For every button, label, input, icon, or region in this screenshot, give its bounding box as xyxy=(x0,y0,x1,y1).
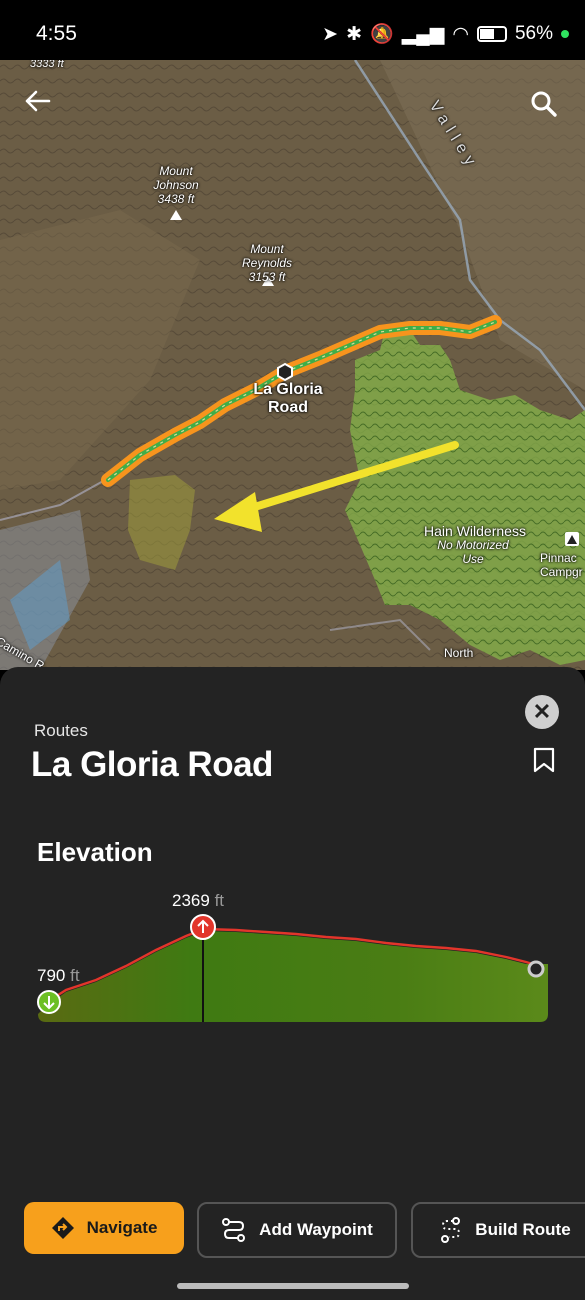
action-bar: Navigate Add Waypoint Build Route xyxy=(0,1202,585,1258)
north-label: North xyxy=(444,646,474,660)
search-icon xyxy=(531,91,557,117)
map-view[interactable]: 3333 ft Mount Johnson 3438 ft Mount Reyn… xyxy=(0,60,585,670)
route-map-label[interactable]: La Gloria Road xyxy=(238,381,338,418)
wifi-icon: ◠ xyxy=(452,23,469,45)
map-canvas xyxy=(0,60,585,670)
navigate-label: Navigate xyxy=(86,1218,158,1237)
battery-level: 56% xyxy=(514,23,553,44)
bookmark-icon[interactable] xyxy=(533,747,555,773)
mount-reynolds-label: Mount Reynolds 3153 ft xyxy=(236,242,298,284)
back-button[interactable] xyxy=(25,90,61,126)
mute-icon: 🔕 xyxy=(370,24,394,45)
waypoint-route-icon xyxy=(222,1218,246,1242)
wilderness-note: No Motorized Use xyxy=(437,538,509,566)
elevation-area xyxy=(38,931,548,1022)
max-elevation-unit: ft xyxy=(214,891,225,910)
add-waypoint-label: Add Waypoint xyxy=(259,1220,373,1239)
max-elevation-value: 2369 xyxy=(172,891,210,910)
category-label: Routes xyxy=(34,721,88,740)
build-route-icon xyxy=(441,1217,461,1243)
signal-icon: ▂▄▆ xyxy=(401,23,445,45)
elevation-heading: Elevation xyxy=(37,837,153,867)
navigate-icon xyxy=(51,1217,74,1239)
build-route-label: Build Route xyxy=(475,1220,571,1239)
mount-johnson-elevation: 3438 ft xyxy=(157,191,195,206)
route-marker-icon xyxy=(277,362,293,382)
close-icon: ✕ xyxy=(532,699,552,724)
wilderness-label: Hain Wilderness No Motorized Use xyxy=(408,523,542,567)
route-details-sheet: ✕ Routes La Gloria Road Elevation 2369 f… xyxy=(0,667,585,1300)
active-indicator xyxy=(561,30,569,38)
location-icon: ➤ xyxy=(322,23,339,45)
max-elevation-label: 2369 ft xyxy=(172,891,224,911)
peak-elevation-label: 3333 ft xyxy=(30,60,64,70)
clock: 4:55 xyxy=(36,22,77,45)
status-bar: 4:55 ➤ ✱ 🔕 ▂▄▆ ◠ 56% xyxy=(0,0,585,60)
add-waypoint-button[interactable]: Add Waypoint xyxy=(197,1202,397,1258)
elevation-profile-chart[interactable] xyxy=(36,912,550,1027)
pinnacles-label: Pinnac Campgr xyxy=(540,551,583,579)
close-button[interactable]: ✕ xyxy=(525,695,559,729)
mount-reynolds-name: Mount Reynolds xyxy=(241,242,293,270)
status-icons: ➤ ✱ 🔕 ▂▄▆ ◠ 56% xyxy=(322,22,569,46)
mount-johnson-label: Mount Johnson 3438 ft xyxy=(146,164,206,206)
mount-johnson-name: Mount Johnson xyxy=(153,164,199,192)
build-route-button[interactable]: Build Route xyxy=(411,1202,585,1258)
route-title: La Gloria Road xyxy=(31,745,273,784)
bluetooth-icon: ✱ xyxy=(346,23,363,45)
battery-icon xyxy=(476,26,507,42)
end-marker xyxy=(527,960,545,978)
navigate-button[interactable]: Navigate xyxy=(24,1202,184,1254)
back-arrow-icon xyxy=(25,90,51,112)
search-button[interactable] xyxy=(530,90,566,126)
wilderness-name: Hain Wilderness xyxy=(424,523,526,539)
mount-reynolds-elevation: 3153 ft xyxy=(248,269,286,284)
home-indicator[interactable] xyxy=(177,1283,409,1289)
